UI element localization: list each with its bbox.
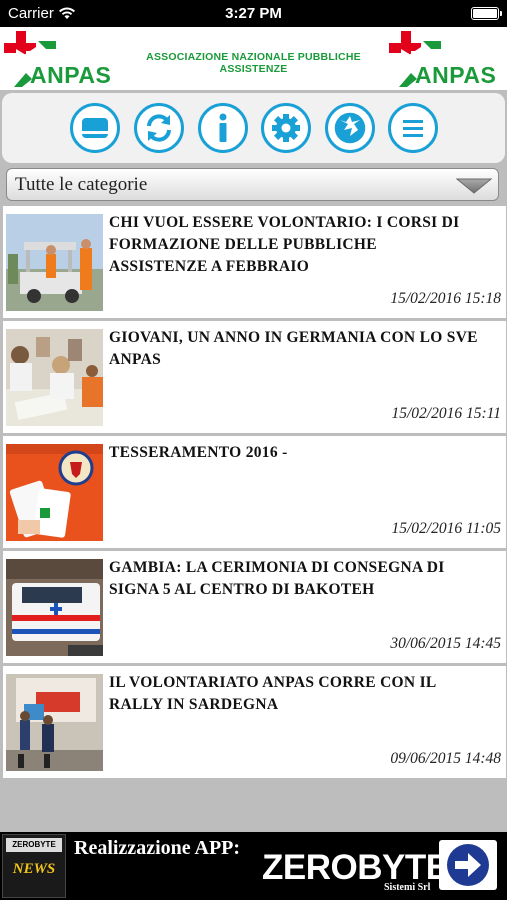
membership-card-photo bbox=[6, 444, 103, 541]
ambulance-photo bbox=[6, 559, 103, 656]
news-title: CHI VUOL ESSERE VOLONTARIO: I CORSI DI F… bbox=[109, 214, 460, 275]
news-title: TESSERAMENTO 2016 - bbox=[109, 444, 288, 461]
badge-bottom-label: NEWS bbox=[12, 861, 56, 877]
card-button[interactable] bbox=[70, 103, 120, 153]
news-list: CHI VUOL ESSERE VOLONTARIO: I CORSI DI F… bbox=[3, 206, 506, 781]
arrow-right-icon bbox=[447, 844, 489, 886]
toolbar bbox=[2, 93, 505, 163]
app-header: ANPAS ASSOCIAZIONE NAZIONALE PUBBLICHE A… bbox=[0, 27, 507, 90]
news-thumbnail bbox=[6, 674, 103, 771]
news-thumbnail bbox=[6, 329, 103, 426]
zerobyte-news-badge: ZEROBYTE NEWS bbox=[2, 834, 66, 898]
card-icon bbox=[82, 118, 108, 138]
anpas-logo-left: ANPAS bbox=[2, 29, 120, 89]
news-date: 15/02/2016 11:05 bbox=[391, 520, 502, 537]
news-title: IL VOLONTARIATO ANPAS CORRE CON IL RALLY… bbox=[109, 674, 436, 713]
emblem-button[interactable] bbox=[325, 103, 375, 153]
news-date: 09/06/2015 14:48 bbox=[390, 750, 501, 767]
menu-button[interactable] bbox=[388, 103, 438, 153]
news-date: 15/02/2016 15:18 bbox=[390, 290, 501, 307]
news-title: GAMBIA: LA CERIMONIA DI CONSEGNA DI SIGN… bbox=[109, 559, 445, 598]
gear-icon bbox=[272, 114, 300, 142]
news-thumbnail bbox=[6, 214, 103, 311]
anpas-emblem-icon bbox=[333, 111, 367, 145]
news-item[interactable]: CHI VUOL ESSERE VOLONTARIO: I CORSI DI F… bbox=[3, 206, 506, 318]
refresh-icon bbox=[147, 114, 171, 142]
news-thumbnail bbox=[6, 559, 103, 656]
news-item[interactable]: GAMBIA: LA CERIMONIA DI CONSEGNA DI SIGN… bbox=[3, 551, 506, 663]
news-thumbnail bbox=[6, 444, 103, 541]
rally-photo bbox=[6, 674, 103, 771]
settings-button[interactable] bbox=[261, 103, 311, 153]
logo-wordmark-left: ANPAS bbox=[30, 62, 112, 88]
logo-wordmark-right: ANPAS bbox=[415, 62, 497, 88]
news-date: 15/02/2016 15:11 bbox=[391, 405, 502, 422]
anpas-logo-right: ANPAS bbox=[387, 29, 505, 89]
classroom-photo bbox=[6, 329, 103, 426]
sponsor-link-button[interactable] bbox=[439, 840, 497, 890]
news-item[interactable]: TESSERAMENTO 2016 - 15/02/2016 11:05 bbox=[3, 436, 506, 548]
category-select-value: Tutte le categorie bbox=[15, 174, 148, 195]
news-item[interactable]: IL VOLONTARIATO ANPAS CORRE CON IL RALLY… bbox=[3, 666, 506, 778]
info-button[interactable] bbox=[198, 103, 248, 153]
news-title: GIOVANI, UN ANNO IN GERMANIA CON LO SVE … bbox=[109, 329, 478, 368]
sponsor-banner[interactable]: ZEROBYTE NEWS Realizzazione APP: ZEROBYT… bbox=[0, 832, 507, 900]
info-icon bbox=[219, 113, 227, 142]
news-date: 30/06/2015 14:45 bbox=[390, 635, 501, 652]
volunteer-vehicle-photo bbox=[6, 214, 103, 311]
badge-top-label: ZEROBYTE bbox=[6, 838, 62, 852]
battery-icon bbox=[471, 7, 502, 20]
category-select[interactable]: Tutte le categorie bbox=[6, 168, 499, 201]
zerobyte-sub: Sistemi Srl bbox=[384, 882, 431, 893]
clock: 3:27 PM bbox=[225, 5, 282, 22]
refresh-button[interactable] bbox=[134, 103, 184, 153]
footer-label: Realizzazione APP: bbox=[74, 837, 241, 859]
header-title: ASSOCIAZIONE NAZIONALE PUBBLICHE ASSISTE… bbox=[146, 51, 361, 75]
news-item[interactable]: GIOVANI, UN ANNO IN GERMANIA CON LO SVE … bbox=[3, 321, 506, 433]
chevron-down-icon bbox=[456, 178, 492, 194]
menu-icon bbox=[403, 120, 423, 137]
status-bar: Carrier 3:27 PM bbox=[0, 0, 507, 27]
